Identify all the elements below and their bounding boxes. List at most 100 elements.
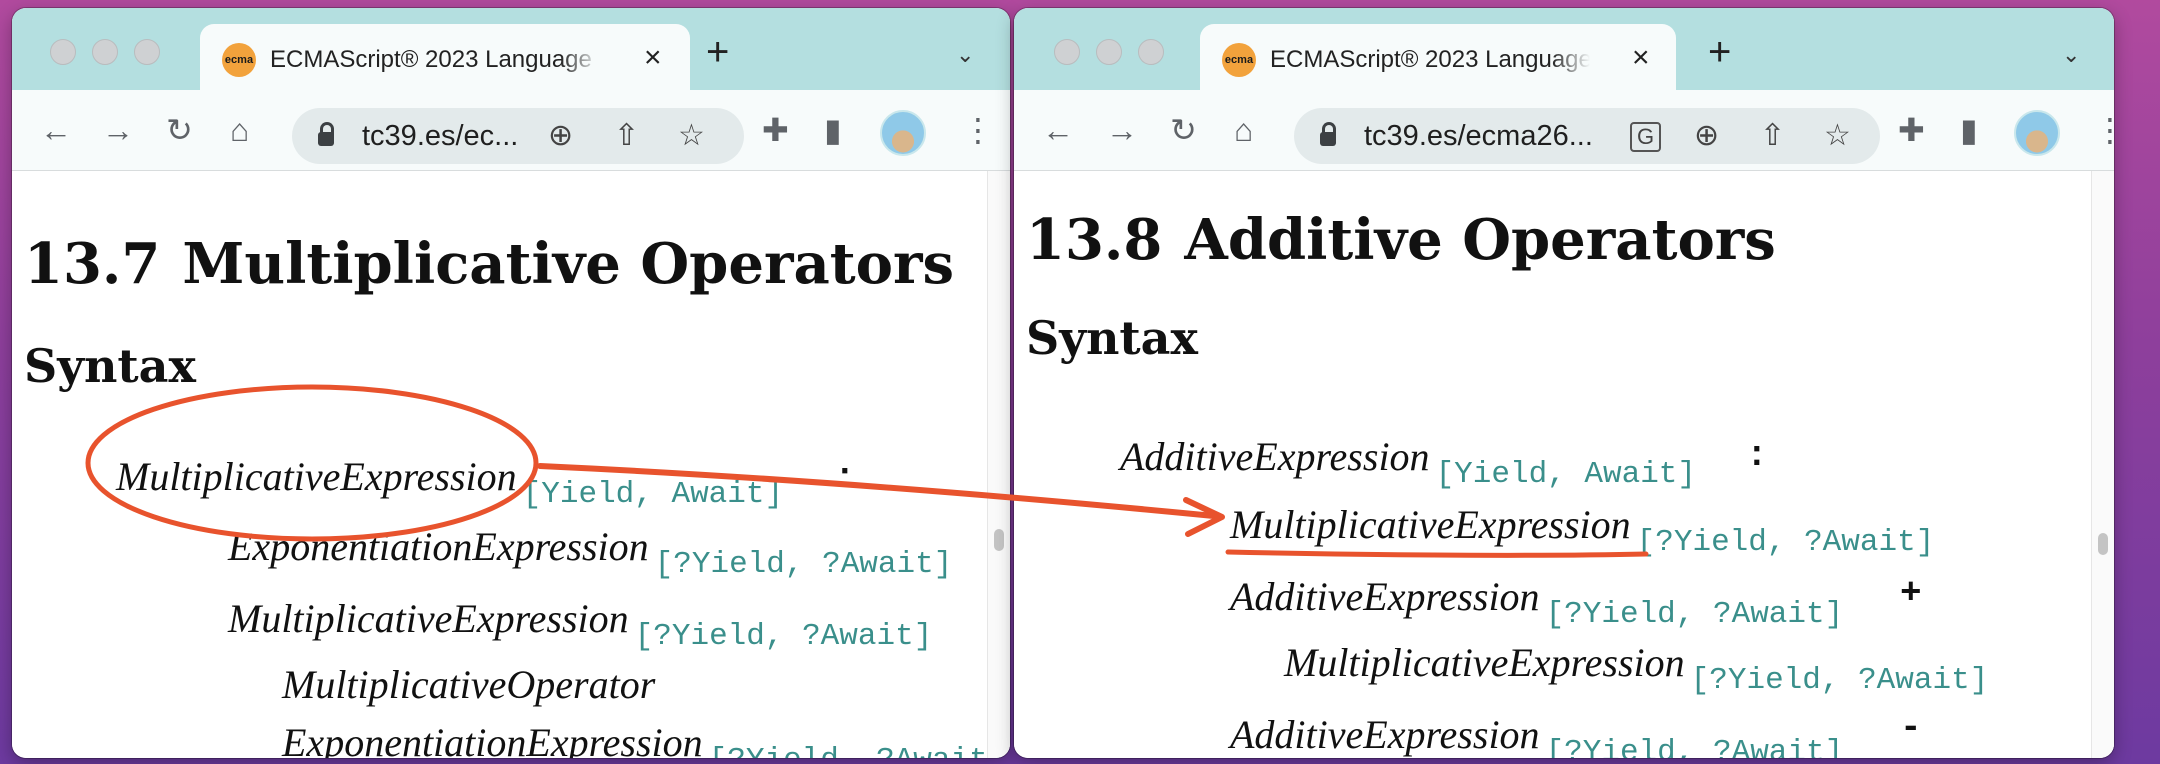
section-title: Additive Operators [1184, 207, 1776, 273]
nonterminal[interactable]: AdditiveExpression [1230, 574, 1540, 619]
profile-avatar[interactable] [880, 110, 926, 156]
menu-icon[interactable]: ⋮ [962, 112, 994, 148]
translate-icon[interactable]: G [1630, 122, 1662, 152]
grammar-rhs-line[interactable]: AdditiveExpression [?Yield, ?Await] [1230, 573, 1843, 632]
share-icon[interactable]: ⇧ [1760, 118, 1785, 154]
grammar-production[interactable]: MultiplicativeExpression [Yield, Await] [116, 453, 783, 512]
bookmark-star-icon[interactable]: ☆ [1824, 118, 1851, 154]
ecma-favicon-icon: ecma [222, 43, 256, 77]
nonterminal[interactable]: MultiplicativeExpression [116, 454, 517, 499]
scrollbar[interactable] [2091, 171, 2114, 758]
window-controls [1054, 39, 1164, 65]
nonterminal[interactable]: AdditiveExpression [1120, 434, 1430, 479]
grammar-params: [?Yield, ?Await] [1545, 735, 1844, 758]
zoom-icon[interactable]: ⊕ [1694, 118, 1719, 154]
address-bar[interactable]: tc39.es/ecma26... G ⊕ ⇧ ☆ [1294, 108, 1880, 164]
browser-window-right: ecma ECMAScript® 2023 Language Specifica… [1014, 8, 2114, 758]
nonterminal[interactable]: MultiplicativeOperator [282, 662, 655, 707]
grammar-rhs-line[interactable]: ExponentiationExpression[?Yield, ?Await] [228, 523, 952, 582]
grammar-params: [?Yield, ?Await] [709, 743, 1007, 758]
plus-terminal: + [1900, 573, 1922, 614]
tab-strip: ecma ECMAScript® 2023 Language Specifica… [1014, 8, 2114, 90]
url-text: tc39.es/ecma26... [1364, 120, 1593, 152]
section-title: Multiplicative Operators [182, 231, 955, 297]
home-icon[interactable]: ⌂ [230, 112, 249, 148]
extensions-icon[interactable]: ✚ [762, 112, 789, 148]
scrollbar-thumb[interactable] [2098, 533, 2108, 555]
minus-terminal: - [1900, 707, 1922, 748]
window-controls [50, 39, 160, 65]
lock-icon [1320, 122, 1336, 146]
grammar-production[interactable]: AdditiveExpression [Yield, Await] [1120, 433, 1696, 492]
production-colon: : [834, 457, 856, 498]
browser-window-left: ecma ECMAScript® 2023 Language Specifica… [12, 8, 1010, 758]
nonterminal[interactable]: MultiplicativeExpression [1284, 640, 1685, 685]
grammar-params: [?Yield, ?Await] [634, 619, 933, 654]
grammar-params: [?Yield, ?Await] [1545, 597, 1844, 632]
zoom-icon[interactable]: ⊕ [548, 118, 573, 154]
side-panel-icon[interactable]: ▮ [824, 112, 842, 148]
forward-icon[interactable]: → [1106, 112, 1138, 148]
browser-toolbar: ← → ↻ ⌂ tc39.es/ec... ⊕ ⇧ ☆ ✚ ▮ ⋮ [12, 90, 1010, 171]
new-tab-button[interactable]: + [1708, 32, 1731, 72]
tab-title: ECMAScript® 2023 Language Specification [1270, 46, 1590, 73]
grammar-rhs-line[interactable]: MultiplicativeExpression [?Yield, ?Await] [228, 595, 932, 654]
new-tab-button[interactable]: + [706, 32, 729, 72]
grammar-rhs-line[interactable]: ExponentiationExpression [?Yield, ?Await] [282, 719, 1006, 758]
scrollbar-thumb[interactable] [994, 529, 1004, 551]
ecma-favicon-icon: ecma [1222, 43, 1256, 77]
nonterminal[interactable]: MultiplicativeExpression [228, 596, 629, 641]
section-heading: 13.7 Multiplicative Operators [24, 231, 954, 297]
share-icon[interactable]: ⇧ [614, 118, 639, 154]
tab-active[interactable]: ecma ECMAScript® 2023 Language Specifica… [200, 24, 690, 90]
section-number: 13.7 [24, 231, 161, 297]
tab-close-icon[interactable]: × [1632, 41, 1650, 75]
forward-icon[interactable]: → [102, 112, 134, 148]
nonterminal[interactable]: MultiplicativeExpression [1230, 502, 1631, 547]
grammar-params: [?Yield, ?Await] [654, 547, 953, 582]
grammar-params: [?Yield, ?Await] [1690, 663, 1989, 698]
grammar-params: [Yield, Await] [1435, 457, 1697, 492]
tab-search-icon[interactable]: ⌄ [956, 42, 974, 68]
reload-icon[interactable]: ↻ [166, 112, 193, 148]
scrollbar[interactable] [987, 171, 1010, 758]
grammar-rhs-line[interactable]: MultiplicativeExpression [?Yield, ?Await] [1284, 639, 1988, 698]
syntax-heading: Syntax [24, 339, 196, 393]
maximize-window-button[interactable] [134, 39, 160, 65]
reload-icon[interactable]: ↻ [1170, 112, 1197, 148]
section-heading: 13.8 Additive Operators [1026, 207, 1776, 273]
menu-icon[interactable]: ⋮ [2094, 112, 2114, 148]
grammar-rhs-line[interactable]: MultiplicativeOperator [282, 661, 655, 708]
side-panel-icon[interactable]: ▮ [1960, 112, 1978, 148]
nonterminal[interactable]: ExponentiationExpression [282, 720, 703, 758]
grammar-rhs-line[interactable]: AdditiveExpression [?Yield, ?Await] [1230, 711, 1843, 758]
close-window-button[interactable] [1054, 39, 1080, 65]
section-number: 13.8 [1026, 207, 1163, 273]
minimize-window-button[interactable] [1096, 39, 1122, 65]
close-window-button[interactable] [50, 39, 76, 65]
profile-avatar[interactable] [2014, 110, 2060, 156]
back-icon[interactable]: ← [1042, 112, 1074, 148]
maximize-window-button[interactable] [1138, 39, 1164, 65]
syntax-heading: Syntax [1026, 311, 1198, 365]
tab-active[interactable]: ecma ECMAScript® 2023 Language Specifica… [1200, 24, 1676, 90]
home-icon[interactable]: ⌂ [1234, 112, 1253, 148]
address-bar[interactable]: tc39.es/ec... ⊕ ⇧ ☆ [292, 108, 744, 164]
page-content: 13.7 Multiplicative Operators Syntax Mult… [12, 171, 1010, 758]
nonterminal[interactable]: AdditiveExpression [1230, 712, 1540, 757]
browser-toolbar: ← → ↻ ⌂ tc39.es/ecma26... G ⊕ ⇧ ☆ ✚ ▮ ⋮ [1014, 90, 2114, 171]
url-text: tc39.es/ec... [362, 120, 519, 152]
tab-search-icon[interactable]: ⌄ [2062, 42, 2080, 68]
grammar-rhs-line[interactable]: MultiplicativeExpression [?Yield, ?Await] [1230, 501, 1934, 560]
production-colon: : [1746, 435, 1768, 476]
lock-icon [318, 122, 334, 146]
tab-close-icon[interactable]: × [644, 41, 662, 75]
tab-strip: ecma ECMAScript® 2023 Language Specifica… [12, 8, 1010, 90]
bookmark-star-icon[interactable]: ☆ [678, 118, 705, 154]
grammar-params: [?Yield, ?Await] [1636, 525, 1935, 560]
extensions-icon[interactable]: ✚ [1898, 112, 1925, 148]
back-icon[interactable]: ← [40, 112, 72, 148]
grammar-params: [Yield, Await] [522, 477, 784, 512]
nonterminal[interactable]: ExponentiationExpression [228, 524, 649, 569]
minimize-window-button[interactable] [92, 39, 118, 65]
